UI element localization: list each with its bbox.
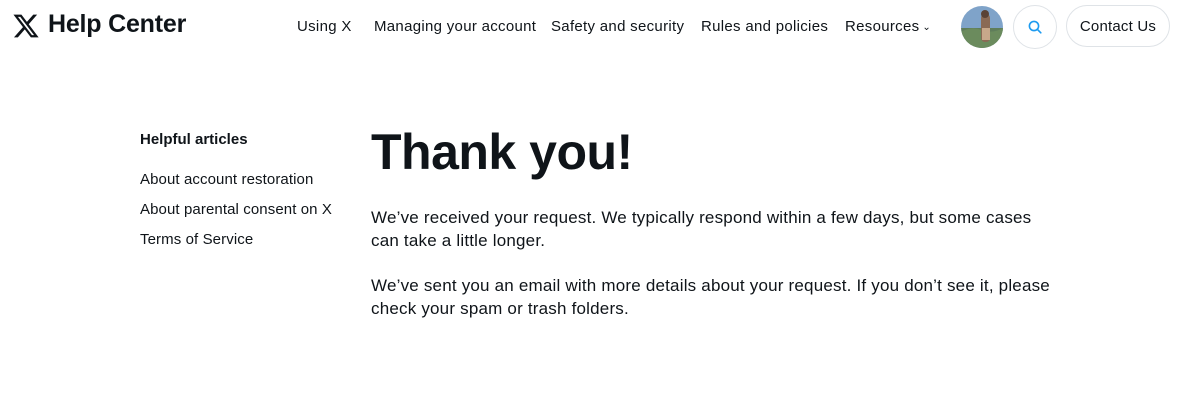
x-logo-icon[interactable] [12, 12, 40, 40]
chevron-down-icon: ⌄ [922, 22, 932, 33]
email-notice-paragraph: We’ve sent you an email with more detail… [371, 276, 1050, 318]
nav-safety-security[interactable]: Safety and security [551, 18, 684, 35]
site-header: Help Center Using X Managing your accoun… [0, 0, 1200, 56]
confirmation-paragraph: We’ve received your request. We typicall… [371, 208, 1032, 250]
avatar[interactable] [961, 6, 1003, 48]
search-icon [1028, 20, 1042, 34]
nav-using-x[interactable]: Using X [297, 18, 352, 35]
sidebar-link-parental-consent[interactable]: About parental consent on X [140, 201, 332, 218]
page-title: Thank you! [371, 124, 633, 180]
sidebar-link-terms-of-service[interactable]: Terms of Service [140, 231, 253, 248]
contact-us-button[interactable]: Contact Us [1066, 5, 1170, 47]
sidebar-title: Helpful articles [140, 131, 248, 148]
nav-resources[interactable]: Resources ⌄ [845, 18, 931, 35]
sidebar-link-account-restoration[interactable]: About account restoration [140, 171, 313, 188]
nav-rules-policies[interactable]: Rules and policies [701, 18, 828, 35]
nav-managing-account[interactable]: Managing your account [374, 18, 536, 35]
search-button[interactable] [1013, 5, 1057, 49]
nav-resources-label: Resources [845, 18, 920, 35]
site-title[interactable]: Help Center [48, 10, 186, 39]
